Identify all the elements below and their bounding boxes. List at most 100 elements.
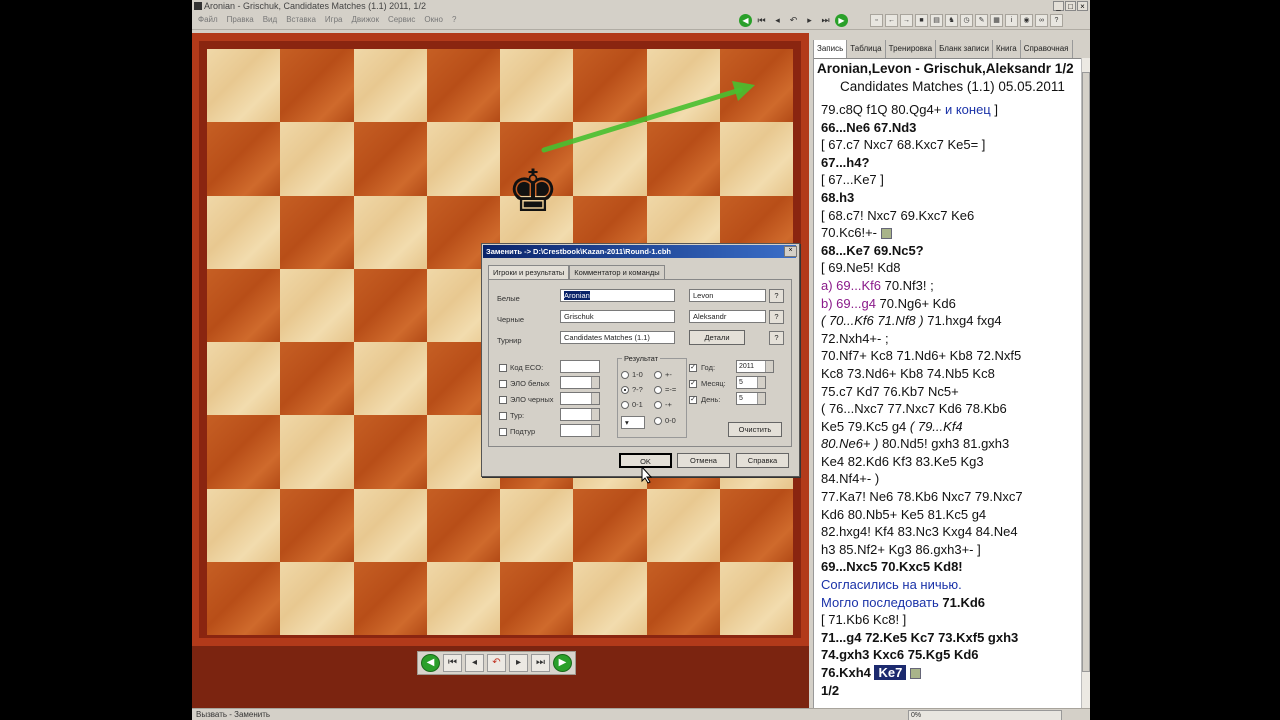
day-input[interactable]: 5 [736, 392, 766, 405]
clock-icon[interactable]: ◷ [960, 14, 973, 27]
scroll-thumb[interactable] [1082, 72, 1090, 672]
board-square[interactable] [426, 122, 500, 196]
board-square[interactable] [500, 561, 574, 635]
move-text-continued[interactable]: и конец [945, 102, 991, 117]
result-0-1-radio[interactable] [621, 401, 629, 409]
tab-players-results[interactable]: Игроки и результаты [488, 265, 570, 279]
board-square[interactable] [573, 49, 647, 123]
notation-line[interactable]: [ 71.Kb6 Kc8! ] [821, 611, 1083, 629]
move-text[interactable]: 68.h3 [821, 190, 854, 205]
move-text[interactable]: 84.Nf4+- ) [821, 471, 879, 486]
notation-line[interactable]: b) 69...g4 70.Ng6+ Kd6 [821, 295, 1083, 313]
year-checkbox[interactable]: ✓ [689, 364, 697, 372]
notation-line[interactable]: 68...Ke7 69.Nc5? [821, 242, 1083, 260]
board-square[interactable] [426, 561, 500, 635]
maximize-button[interactable]: □ [1065, 1, 1076, 11]
notation-line[interactable]: 67...h4? [821, 154, 1083, 172]
nav-first-icon[interactable]: ⏮ [443, 654, 462, 672]
board-icon[interactable]: ▦ [990, 14, 1003, 27]
close-button[interactable]: × [1077, 1, 1088, 11]
notation-line[interactable]: 80.Ne6+ ) 80.Nd5! gxh3 81.gxh3 [821, 435, 1083, 453]
board-square[interactable] [353, 122, 427, 196]
menu-edit[interactable]: Правка [227, 15, 254, 24]
edit-icon[interactable]: ✎ [975, 14, 988, 27]
result-unknown-radio[interactable] [621, 386, 629, 394]
move-text[interactable]: 79.c8Q f1Q 80.Qg4+ [821, 102, 945, 117]
board-square[interactable] [280, 268, 354, 342]
board-square[interactable] [646, 122, 720, 196]
notation-line[interactable]: ( 70...Kf6 71.Nf8 ) 71.hxg4 fxg4 [821, 312, 1083, 330]
move-text[interactable]: Kd6 80.Nb5+ Ke5 81.Kc5 g4 [821, 507, 986, 522]
notation-line[interactable]: Kc8 73.Nd6+ Kb8 74.Nb5 Kc8 [821, 365, 1083, 383]
notation-line[interactable]: Согласились на ничью. [821, 576, 1083, 594]
current-move[interactable]: Ke7 [874, 665, 907, 680]
notation-line[interactable]: Ke4 82.Kd6 Kf3 83.Ke5 Kg3 [821, 453, 1083, 471]
notation-line[interactable]: 79.c8Q f1Q 80.Qg4+ и конец ] [821, 101, 1083, 119]
notation-line[interactable]: [ 69.Ne5! Kd8 [821, 259, 1083, 277]
board-square[interactable] [207, 122, 281, 196]
white-lastname-input[interactable]: Aronian [560, 289, 675, 302]
event-input[interactable]: Candidates Matches (1.1) [560, 331, 675, 344]
move-text[interactable]: 77.Ka7! Ne6 78.Kb6 Nxc7 79.Nxc7 [821, 489, 1023, 504]
board-square[interactable] [426, 488, 500, 562]
board-square[interactable] [500, 488, 574, 562]
event-lookup-button[interactable]: ? [769, 331, 784, 345]
move-text[interactable]: 74.gxh3 Kxc6 75.Kg5 Kd6 [821, 647, 979, 662]
prev-icon[interactable]: ⏮ [755, 14, 768, 27]
tab-annotator-teams[interactable]: Комментатор и команды [569, 265, 665, 279]
move-text[interactable]: ( 76...Nxc7 77.Nxc7 Kd6 78.Kb6 [821, 401, 1007, 416]
month-input[interactable]: 5 [736, 376, 766, 389]
board-square[interactable] [573, 122, 647, 196]
board-square[interactable] [207, 268, 281, 342]
clear-button[interactable]: Очистить [728, 422, 782, 437]
board-square[interactable] [353, 268, 427, 342]
board-square[interactable] [353, 488, 427, 562]
board-square[interactable] [646, 561, 720, 635]
notation-line[interactable]: 77.Ka7! Ne6 78.Kb6 Nxc7 79.Nxc7 [821, 488, 1083, 506]
notation-line[interactable]: 74.gxh3 Kxc6 75.Kg5 Kd6 [821, 646, 1083, 664]
board-square[interactable] [280, 488, 354, 562]
move-text[interactable]: 68...Ke7 69.Nc5? [821, 243, 924, 258]
menu-view[interactable]: Вид [263, 15, 277, 24]
notation-line[interactable]: 1/2 [821, 682, 1083, 700]
menu-file[interactable]: Файл [198, 15, 218, 24]
board-square[interactable] [719, 49, 793, 123]
board-square[interactable] [280, 415, 354, 489]
help-button[interactable]: Справка [736, 453, 789, 468]
result-select[interactable]: ▾ [621, 416, 645, 429]
notation-line[interactable]: ( 76...Nxc7 77.Nxc7 Kd6 78.Kb6 [821, 400, 1083, 418]
board-square[interactable] [207, 488, 281, 562]
round-input[interactable] [560, 408, 600, 421]
board-square[interactable] [353, 195, 427, 269]
back-icon[interactable]: ◂ [771, 14, 784, 27]
tab-training[interactable]: Тренировка [886, 40, 937, 58]
black-lastname-input[interactable]: Grischuk [560, 310, 675, 323]
nav-last-icon[interactable]: ⏭ [531, 654, 550, 672]
board-square[interactable] [207, 195, 281, 269]
board-square[interactable] [500, 49, 574, 123]
notation-line[interactable]: 70.Kc6!+- [821, 224, 1083, 242]
black-firstname-input[interactable]: Aleksandr [689, 310, 766, 323]
notation-line[interactable]: 71...g4 72.Ke5 Kc7 73.Kxf5 gxh3 [821, 629, 1083, 647]
board-square[interactable] [646, 49, 720, 123]
details-button[interactable]: Детали [689, 330, 745, 345]
move-text[interactable]: h3 85.Nf2+ Kg3 86.gxh3+- ] [821, 542, 981, 557]
elo-black-input[interactable] [560, 392, 600, 405]
move-text[interactable]: Могло последовать [821, 595, 942, 610]
move-text[interactable]: [ 68.c7! Nxc7 69.Kxc7 Ke6 [821, 208, 974, 223]
board-square[interactable] [207, 415, 281, 489]
elo-black-checkbox[interactable] [499, 396, 507, 404]
board-square[interactable] [280, 49, 354, 123]
nav-next-icon[interactable]: ▸ [509, 654, 528, 672]
notation-line[interactable]: [ 68.c7! Nxc7 69.Kxc7 Ke6 [821, 207, 1083, 225]
result-1-0-radio[interactable] [621, 371, 629, 379]
info-icon[interactable]: i [1005, 14, 1018, 27]
move-text[interactable]: 66...Ne6 67.Nd3 [821, 120, 916, 135]
move-text-continued[interactable]: 80.Nd5! gxh3 81.gxh3 [878, 436, 1009, 451]
board-square[interactable] [646, 488, 720, 562]
menu-tools[interactable]: Сервис [388, 15, 415, 24]
diagram-icon[interactable] [909, 668, 921, 680]
help-icon[interactable]: ? [1050, 14, 1063, 27]
result-draw-radio[interactable] [654, 386, 662, 394]
move-text[interactable]: 67...h4? [821, 155, 869, 170]
